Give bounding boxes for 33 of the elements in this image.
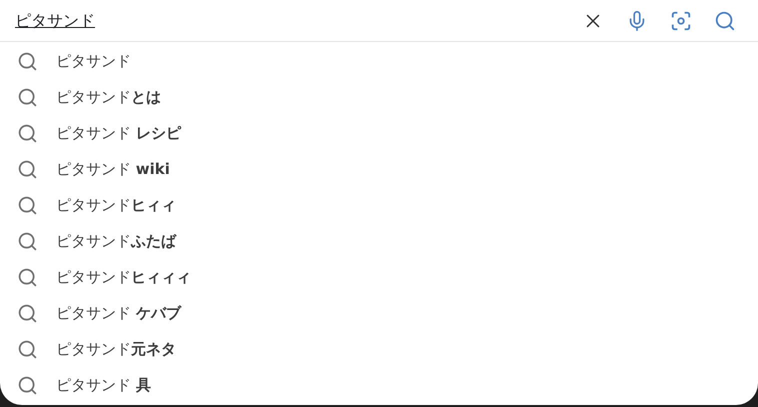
suggestion-text: ピタサンドヒィィ — [56, 194, 176, 216]
suggestion-text: ピタサンド ケバブ — [56, 302, 181, 324]
suggestion-item[interactable]: ピタサンドふたば — [0, 223, 758, 259]
suggestion-item[interactable]: ピタサンドとは — [0, 79, 758, 115]
search-icon[interactable] — [714, 10, 736, 32]
suggestion-item[interactable]: ピタサンド 具 — [0, 367, 758, 403]
suggestion-item[interactable]: ピタサンド レシピ — [0, 115, 758, 151]
search-icon — [17, 86, 38, 108]
suggestion-item[interactable]: ピタサンドヒィィ — [0, 187, 758, 223]
search-icon — [17, 302, 38, 324]
search-icon — [17, 266, 38, 288]
suggestion-text: ピタサンドヒィィィ — [56, 266, 191, 288]
suggestion-item[interactable]: ピタサンドヒィィィ — [0, 259, 758, 295]
suggestion-text: ピタサンド — [56, 50, 131, 72]
suggestion-text: ピタサンド 具 — [56, 374, 151, 396]
search-icon — [17, 122, 38, 144]
search-icon — [17, 158, 38, 180]
search-icon — [17, 50, 38, 72]
search-field[interactable]: ピタサンド — [15, 8, 582, 32]
search-icon — [17, 194, 38, 216]
search-icon — [17, 374, 38, 396]
camera-scan-icon[interactable] — [670, 10, 692, 32]
search-icon — [17, 230, 38, 252]
suggestion-text: ピタサンドふたば — [56, 230, 176, 252]
suggestion-item[interactable]: ピタサンド wiki — [0, 151, 758, 187]
suggestion-text: ピタサンド レシピ — [56, 122, 181, 144]
suggestion-item[interactable]: ピタサンド ケバブ — [0, 295, 758, 331]
suggestion-item[interactable]: ピタサンド元ネタ — [0, 331, 758, 367]
search-icon — [17, 338, 38, 360]
suggestion-text: ピタサンド元ネタ — [56, 338, 176, 360]
suggestion-text: ピタサンド wiki — [56, 158, 170, 180]
suggestion-item[interactable]: ピタサンド — [0, 43, 758, 79]
suggestion-text: ピタサンドとは — [56, 86, 161, 108]
